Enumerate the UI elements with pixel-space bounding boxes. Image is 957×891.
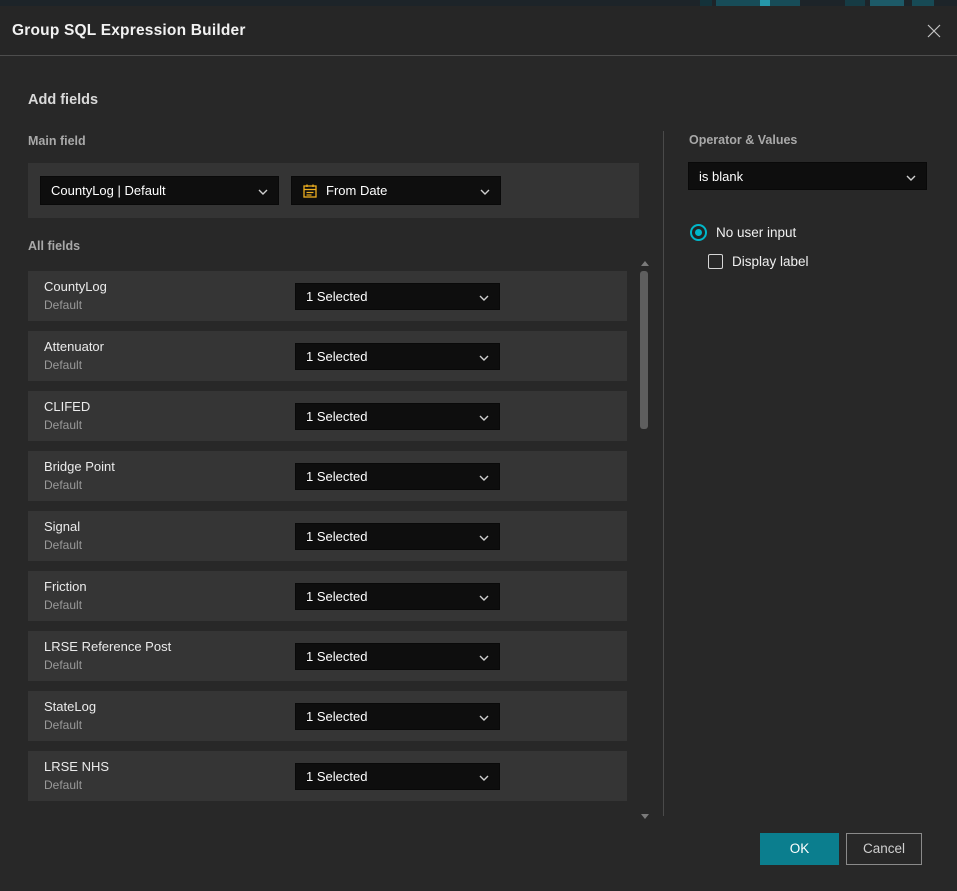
field-name: CountyLog (44, 279, 107, 294)
chevron-down-icon (906, 169, 916, 184)
field-name: Friction (44, 579, 87, 594)
field-selection-dropdown[interactable]: 1 Selected (295, 643, 500, 670)
field-selection-value: 1 Selected (306, 529, 471, 544)
field-row: Attenuator Default 1 Selected (28, 331, 627, 381)
no-user-input-label: No user input (716, 225, 796, 240)
group-sql-expression-builder-dialog: Group SQL Expression Builder Add fields … (0, 6, 957, 891)
field-name: StateLog (44, 699, 96, 714)
field-name: Attenuator (44, 339, 104, 354)
close-icon[interactable] (924, 23, 944, 43)
scroll-up-icon[interactable] (641, 261, 649, 266)
main-field-field-value: From Date (326, 183, 472, 198)
field-source: Default (44, 658, 82, 672)
field-selection-dropdown[interactable]: 1 Selected (295, 523, 500, 550)
chevron-down-icon (479, 709, 489, 724)
field-row: LRSE NHS Default 1 Selected (28, 751, 627, 801)
field-name: Signal (44, 519, 80, 534)
field-source: Default (44, 478, 82, 492)
main-field-source-value: CountyLog | Default (51, 183, 250, 198)
field-selection-dropdown[interactable]: 1 Selected (295, 463, 500, 490)
field-source: Default (44, 538, 82, 552)
chevron-down-icon (479, 409, 489, 424)
main-field-source-dropdown[interactable]: CountyLog | Default (40, 176, 279, 205)
field-source: Default (44, 598, 82, 612)
main-field-label: Main field (28, 134, 86, 148)
chevron-down-icon (479, 469, 489, 484)
field-source: Default (44, 718, 82, 732)
chevron-down-icon (479, 649, 489, 664)
chevron-down-icon (479, 349, 489, 364)
add-fields-heading: Add fields (28, 92, 98, 108)
field-selection-dropdown[interactable]: 1 Selected (295, 283, 500, 310)
field-name: CLIFED (44, 399, 90, 414)
chevron-down-icon (258, 183, 268, 198)
chevron-down-icon (479, 289, 489, 304)
scroll-down-icon[interactable] (641, 814, 649, 819)
field-selection-value: 1 Selected (306, 769, 471, 784)
screen: Group SQL Expression Builder Add fields … (0, 0, 957, 891)
main-field-panel: CountyLog | Default From Date (28, 163, 639, 218)
dialog-header: Group SQL Expression Builder (0, 6, 957, 56)
radio-dot (695, 229, 702, 236)
field-selection-dropdown[interactable]: 1 Selected (295, 763, 500, 790)
field-selection-dropdown[interactable]: 1 Selected (295, 403, 500, 430)
calendar-date-icon (302, 183, 318, 199)
field-selection-dropdown[interactable]: 1 Selected (295, 583, 500, 610)
field-name: Bridge Point (44, 459, 115, 474)
dialog-title: Group SQL Expression Builder (12, 6, 246, 56)
cancel-button[interactable]: Cancel (846, 833, 922, 865)
field-selection-value: 1 Selected (306, 649, 471, 664)
all-fields-list: CountyLog Default 1 Selected Attenuator … (28, 271, 627, 811)
chevron-down-icon (480, 183, 490, 198)
field-row: CLIFED Default 1 Selected (28, 391, 627, 441)
field-selection-dropdown[interactable]: 1 Selected (295, 703, 500, 730)
field-name: LRSE NHS (44, 759, 109, 774)
display-label-text: Display label (732, 254, 809, 269)
ok-button[interactable]: OK (760, 833, 839, 865)
chevron-down-icon (479, 529, 489, 544)
field-selection-value: 1 Selected (306, 409, 471, 424)
radio-selected-icon[interactable] (690, 224, 707, 241)
field-selection-value: 1 Selected (306, 589, 471, 604)
field-selection-value: 1 Selected (306, 289, 471, 304)
no-user-input-radio[interactable]: No user input (690, 224, 796, 241)
operator-dropdown[interactable]: is blank (688, 162, 927, 190)
all-fields-label: All fields (28, 239, 80, 253)
field-selection-value: 1 Selected (306, 709, 471, 724)
chevron-down-icon (479, 769, 489, 784)
field-row: LRSE Reference Post Default 1 Selected (28, 631, 627, 681)
chevron-down-icon (479, 589, 489, 604)
main-field-field-dropdown[interactable]: From Date (291, 176, 501, 205)
display-label-checkbox[interactable]: Display label (708, 254, 809, 269)
operator-values-heading: Operator & Values (689, 133, 797, 147)
field-selection-value: 1 Selected (306, 469, 471, 484)
field-selection-value: 1 Selected (306, 349, 471, 364)
field-row: Friction Default 1 Selected (28, 571, 627, 621)
list-scrollbar[interactable] (638, 259, 652, 821)
field-selection-dropdown[interactable]: 1 Selected (295, 343, 500, 370)
field-source: Default (44, 778, 82, 792)
field-source: Default (44, 358, 82, 372)
panel-divider (663, 131, 664, 816)
field-row: CountyLog Default 1 Selected (28, 271, 627, 321)
scrollbar-thumb[interactable] (640, 271, 648, 429)
field-source: Default (44, 418, 82, 432)
checkbox-unchecked-icon[interactable] (708, 254, 723, 269)
field-row: Bridge Point Default 1 Selected (28, 451, 627, 501)
field-row: Signal Default 1 Selected (28, 511, 627, 561)
operator-value: is blank (699, 169, 898, 184)
field-row: StateLog Default 1 Selected (28, 691, 627, 741)
field-name: LRSE Reference Post (44, 639, 171, 654)
field-source: Default (44, 298, 82, 312)
